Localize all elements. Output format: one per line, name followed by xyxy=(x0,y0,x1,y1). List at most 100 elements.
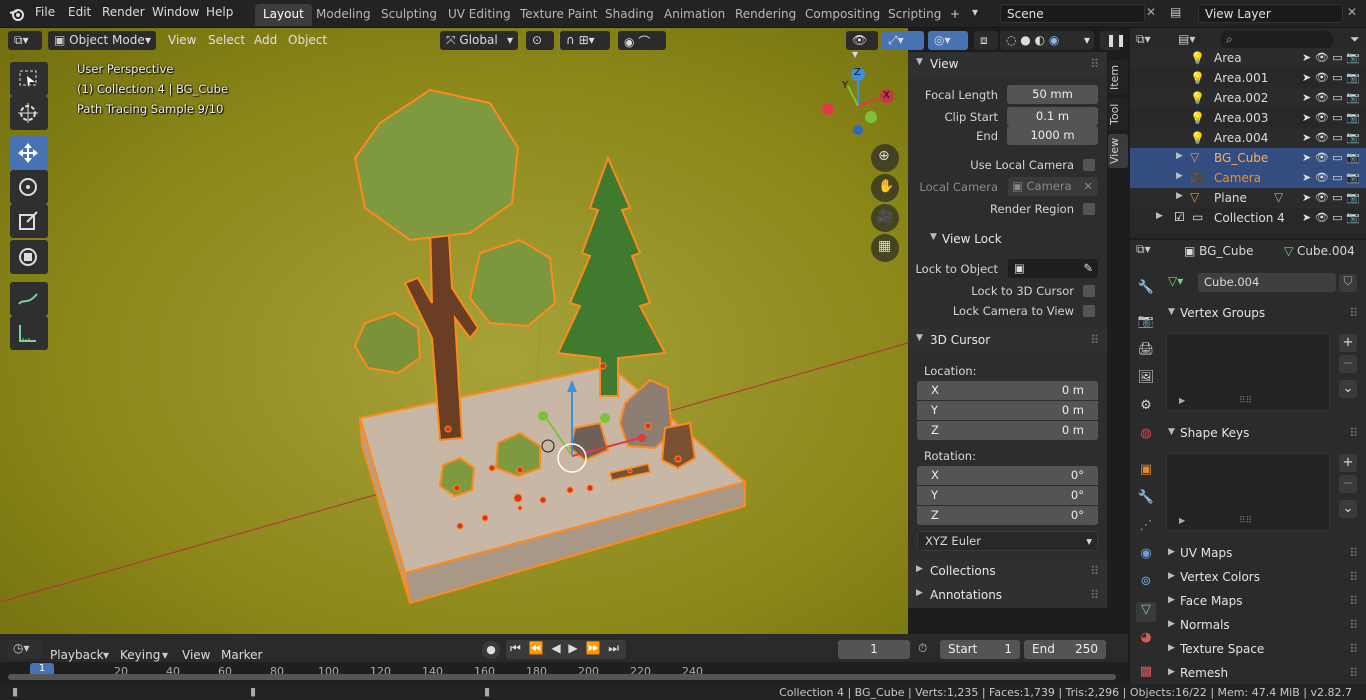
menu-select[interactable]: Select xyxy=(208,33,245,47)
uv-maps-header[interactable]: ▶ UV Maps ⠿ xyxy=(1160,542,1366,566)
navigation-gizmo[interactable]: Z X Y xyxy=(818,64,902,144)
mesh-browse-icon[interactable]: ▽▾ xyxy=(1168,274,1183,288)
tab-item[interactable]: Item xyxy=(1108,60,1128,94)
tab-view[interactable]: View xyxy=(1108,134,1128,168)
stopwatch-icon[interactable]: ⏱ xyxy=(918,641,927,656)
fake-user-icon[interactable]: ⛉ xyxy=(1339,274,1357,292)
measure-tool[interactable] xyxy=(10,316,48,350)
outliner-row-bg-cube[interactable]: ▶ ▽ BG_Cube ➤ 👁 ▭ 📷 xyxy=(1130,148,1366,168)
tab-layout[interactable]: Layout xyxy=(255,4,312,26)
outliner-row-camera[interactable]: ▶ 🎥 Camera ➤ 👁 ▭ 📷 xyxy=(1130,168,1366,188)
object-props-icon[interactable]: ▣ xyxy=(1136,462,1156,482)
vertex-groups-list[interactable]: ▶ ⠿⠿ xyxy=(1166,333,1330,411)
outliner-row-area-003[interactable]: 💡 Area.003 ➤ 👁 ▭ 📷 xyxy=(1130,108,1366,128)
expand-arrow-icon[interactable]: ▶ xyxy=(1156,211,1163,221)
visibility-icons[interactable]: ➤ 👁 ▭ 📷 xyxy=(1302,91,1366,104)
visibility-icon[interactable]: 👁▾ xyxy=(846,31,878,61)
chevron-down-icon[interactable]: ⌄ xyxy=(1339,380,1357,398)
output-props-icon[interactable]: 🖨 xyxy=(1136,342,1156,362)
checkbox-icon[interactable]: ☑ xyxy=(1174,210,1185,224)
rotate-tool[interactable] xyxy=(10,170,48,204)
texture-space-header[interactable]: ▶ Texture Space ⠿ xyxy=(1160,638,1366,662)
add-vertex-group-button[interactable]: + xyxy=(1339,334,1357,352)
tab-modeling[interactable]: Modeling xyxy=(308,4,379,26)
cursor-location-y[interactable]: Y 0 m xyxy=(917,401,1098,420)
tab-tool[interactable]: Tool xyxy=(1108,98,1128,130)
local-camera-field[interactable]: ▣ Camera ✕ xyxy=(1008,177,1098,196)
view-layer-icon[interactable]: ▤ xyxy=(1170,5,1194,23)
scale-tool[interactable] xyxy=(10,204,48,238)
shading-mode-icons[interactable]: ◌ ● ◐ ◉ xyxy=(1000,31,1080,50)
drag-handle-icon[interactable]: ⠿ xyxy=(1090,588,1099,602)
tab-shading[interactable]: Shading xyxy=(597,4,662,26)
lock-to-object-field[interactable]: ▣ ✎ xyxy=(1008,259,1098,278)
drag-handle-icon[interactable]: ⠿ xyxy=(1349,426,1358,440)
overlay-toggle-icon[interactable]: ◎▾ xyxy=(928,31,968,50)
remove-vertex-group-button[interactable]: − xyxy=(1339,355,1357,373)
visibility-icons[interactable]: ➤ 👁 ▭ 📷 xyxy=(1302,51,1366,64)
view-layer-field[interactable]: View Layer xyxy=(1198,4,1343,23)
visibility-icons[interactable]: ➤ 👁 ▭ 📷 xyxy=(1302,131,1366,144)
close-icon[interactable]: ✕ xyxy=(1146,5,1156,19)
clip-start-field[interactable]: 0.1 m xyxy=(1007,107,1098,126)
cursor-location-z[interactable]: Z 0 m xyxy=(917,421,1098,440)
menu-file[interactable]: File xyxy=(35,5,55,19)
filter-icon[interactable]: ⏷ xyxy=(1350,32,1360,47)
pivot-icon[interactable]: ⊙ xyxy=(526,31,554,50)
drag-handle-icon[interactable]: ⠿ xyxy=(1349,642,1358,656)
visibility-icons[interactable]: ➤ 👁 ▭ 📷 xyxy=(1302,71,1366,84)
tab-rendering[interactable]: Rendering xyxy=(727,4,804,26)
add-shape-key-button[interactable]: + xyxy=(1339,454,1357,472)
render-props-icon[interactable]: 📷 xyxy=(1136,314,1156,334)
visibility-icons[interactable]: ➤ 👁 ▭ 📷 xyxy=(1302,111,1366,124)
playback-controls[interactable]: ⏮ ⏪ ◀ ▶ ⏩ ⏭ xyxy=(506,640,626,659)
render-region-checkbox[interactable] xyxy=(1083,203,1095,215)
remove-shape-key-button[interactable]: − xyxy=(1339,475,1357,493)
properties-editor-icon[interactable]: ⧉▾ xyxy=(1136,242,1151,257)
expand-arrow-icon[interactable]: ▶ xyxy=(1176,151,1183,161)
close-icon[interactable]: ✕ xyxy=(1347,5,1357,19)
move-tool[interactable] xyxy=(10,136,48,170)
xray-icon[interactable]: ⧈ xyxy=(974,31,998,50)
menu-render[interactable]: Render xyxy=(102,5,145,19)
remesh-header[interactable]: ▶ Remesh ⠿ xyxy=(1160,662,1366,686)
frame-start-field[interactable]: Start 1 xyxy=(940,640,1020,659)
cursor-location-x[interactable]: X 0 m xyxy=(917,381,1098,400)
outliner-row-collection-4[interactable]: ▶ ☑ ▭ Collection 4 ➤ 👁 ▭ 📷 xyxy=(1130,208,1366,228)
record-icon[interactable]: ● xyxy=(482,641,500,659)
drag-handle-icon[interactable]: ⠿ xyxy=(1090,564,1099,578)
lock-camera-to-view-checkbox[interactable] xyxy=(1083,305,1095,317)
3d-viewport[interactable] xyxy=(0,28,908,634)
eyedropper-icon[interactable]: ✎ xyxy=(1083,261,1093,275)
outliner-row-area-004[interactable]: 💡 Area.004 ➤ 👁 ▭ 📷 xyxy=(1130,128,1366,148)
outliner-search-input[interactable]: ⌕ xyxy=(1220,31,1333,49)
tab-uv-editing[interactable]: UV Editing xyxy=(440,4,519,26)
clip-end-field[interactable]: 1000 m xyxy=(1007,126,1098,145)
focal-length-field[interactable]: 50 mm xyxy=(1007,85,1098,104)
add-workspace-button[interactable]: + xyxy=(942,4,968,26)
visibility-icons[interactable]: ➤ 👁 ▭ 📷 xyxy=(1302,191,1366,204)
menu-window[interactable]: Window xyxy=(152,5,199,19)
annotate-tool[interactable] xyxy=(10,282,48,316)
scene-props-icon[interactable]: ⚙ xyxy=(1136,398,1156,418)
visibility-icons[interactable]: ➤ 👁 ▭ 📷 xyxy=(1302,211,1366,224)
expand-arrow-icon[interactable]: ▶ xyxy=(1179,396,1185,405)
pan-hand-icon[interactable]: ✋ xyxy=(871,174,899,202)
material-props-icon[interactable]: ◕ xyxy=(1136,630,1156,650)
rotation-mode-dropdown[interactable]: XYZ Euler ▾ xyxy=(917,531,1098,551)
blender-logo-icon[interactable] xyxy=(9,6,25,22)
tab-compositing[interactable]: Compositing xyxy=(797,4,888,26)
texture-props-icon[interactable]: ▩ xyxy=(1136,664,1156,684)
3d-cursor-header[interactable]: ▼ 3D Cursor ⠿ xyxy=(908,329,1107,353)
expand-arrow-icon[interactable]: ▶ xyxy=(1179,516,1185,525)
mode-dropdown[interactable]: ▣ Object Mode ▾ xyxy=(48,31,156,50)
menu-object[interactable]: Object xyxy=(288,33,327,47)
drag-handle-icon[interactable]: ⠿ xyxy=(1349,666,1358,680)
drag-handle-icon[interactable]: ⠿ xyxy=(1090,333,1099,347)
cursor-rotation-x[interactable]: X 0° xyxy=(917,466,1098,485)
transform-tool[interactable] xyxy=(10,240,48,274)
resize-handle-icon[interactable]: ⠿⠿ xyxy=(1239,396,1252,406)
chevron-down-icon[interactable]: ▾ xyxy=(1078,31,1094,50)
drag-handle-icon[interactable]: ⠿ xyxy=(1349,618,1358,632)
physics-props-icon[interactable]: ◉ xyxy=(1136,546,1156,566)
